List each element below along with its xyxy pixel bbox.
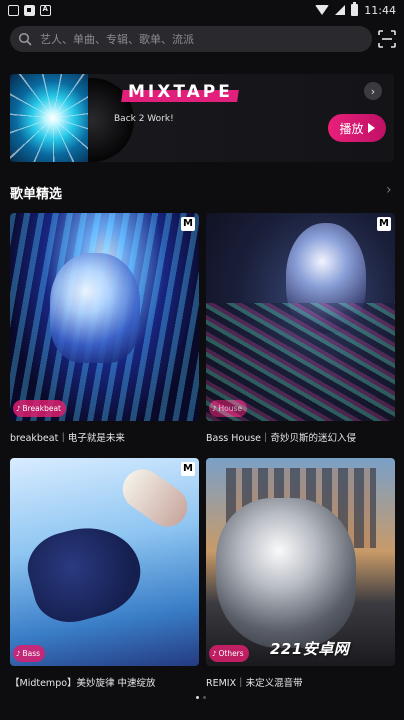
battery-icon: [351, 2, 359, 16]
search-bar[interactable]: [10, 26, 372, 52]
signal-icon: [335, 5, 346, 15]
scan-icon[interactable]: [377, 29, 397, 49]
playlist-cover[interactable]: M ♪ House: [206, 213, 395, 421]
search-input[interactable]: [40, 32, 340, 46]
music-note-icon: ♪: [16, 404, 21, 413]
playlist-card[interactable]: M ♪ Breakbeat breakbeat｜电子就是未来: [10, 213, 199, 444]
notification-icons: [8, 4, 51, 16]
status-bar: 11:44: [0, 0, 404, 20]
playlist-title[interactable]: breakbeat｜电子就是未来: [10, 430, 199, 444]
playlist-card[interactable]: M ♪ Bass 【Midtempo】美妙旋律 中速绽放: [10, 458, 199, 689]
music-note-icon: ♪: [212, 649, 217, 658]
notification-square-icon: [8, 4, 19, 16]
page-dot-active: [196, 696, 199, 699]
wifi-icon: [315, 5, 330, 15]
playlist-cover[interactable]: M ♪ Bass: [10, 458, 199, 666]
mixtape-banner[interactable]: MIXTAPE Back 2 Work! › 播放: [10, 74, 394, 162]
section-more-chevron-icon[interactable]: ›: [386, 182, 392, 198]
genre-badge-label: Others: [218, 649, 244, 658]
play-icon: [367, 123, 375, 133]
banner-more-chevron-icon[interactable]: ›: [364, 82, 382, 100]
m-logo-icon: M: [181, 462, 195, 476]
status-time: 11:44: [364, 3, 396, 17]
genre-badge-label: Bass: [22, 649, 41, 658]
music-note-icon: ♪: [16, 649, 21, 658]
genre-badge: ♪ House: [209, 400, 247, 417]
search-icon: [18, 32, 32, 46]
genre-badge-label: House: [218, 404, 242, 413]
playlist-cover[interactable]: ♪ Others: [206, 458, 395, 666]
genre-badge-label: Breakbeat: [22, 404, 61, 413]
play-button-label: 播放: [339, 121, 364, 136]
notification-a-icon: [40, 4, 51, 16]
playlist-card[interactable]: M ♪ House Bass House｜奇妙贝斯的迷幻入侵: [206, 213, 395, 444]
play-button[interactable]: 播放: [328, 114, 386, 142]
mixtape-cover-image: [10, 74, 88, 162]
page-dot: [203, 696, 206, 699]
banner-subtitle: Back 2 Work!: [114, 114, 174, 124]
playlist-title[interactable]: REMIX｜未定义混音带: [206, 675, 395, 689]
playlist-cover[interactable]: M ♪ Breakbeat: [10, 213, 199, 421]
section-title: 歌单精选: [10, 187, 63, 202]
music-note-icon: ♪: [212, 404, 217, 413]
page-indicator: [196, 696, 206, 699]
playlist-title[interactable]: 【Midtempo】美妙旋律 中速绽放: [10, 675, 199, 689]
m-logo-icon: M: [377, 217, 391, 231]
genre-badge: ♪ Others: [209, 645, 249, 662]
notification-image-icon: [24, 4, 35, 16]
genre-badge: ♪ Bass: [13, 645, 46, 662]
watermark-text: 221安卓网: [270, 640, 350, 658]
m-logo-icon: M: [181, 217, 195, 231]
playlist-title[interactable]: Bass House｜奇妙贝斯的迷幻入侵: [206, 430, 395, 444]
banner-title: MIXTAPE: [128, 82, 233, 102]
genre-badge: ♪ Breakbeat: [13, 400, 66, 417]
